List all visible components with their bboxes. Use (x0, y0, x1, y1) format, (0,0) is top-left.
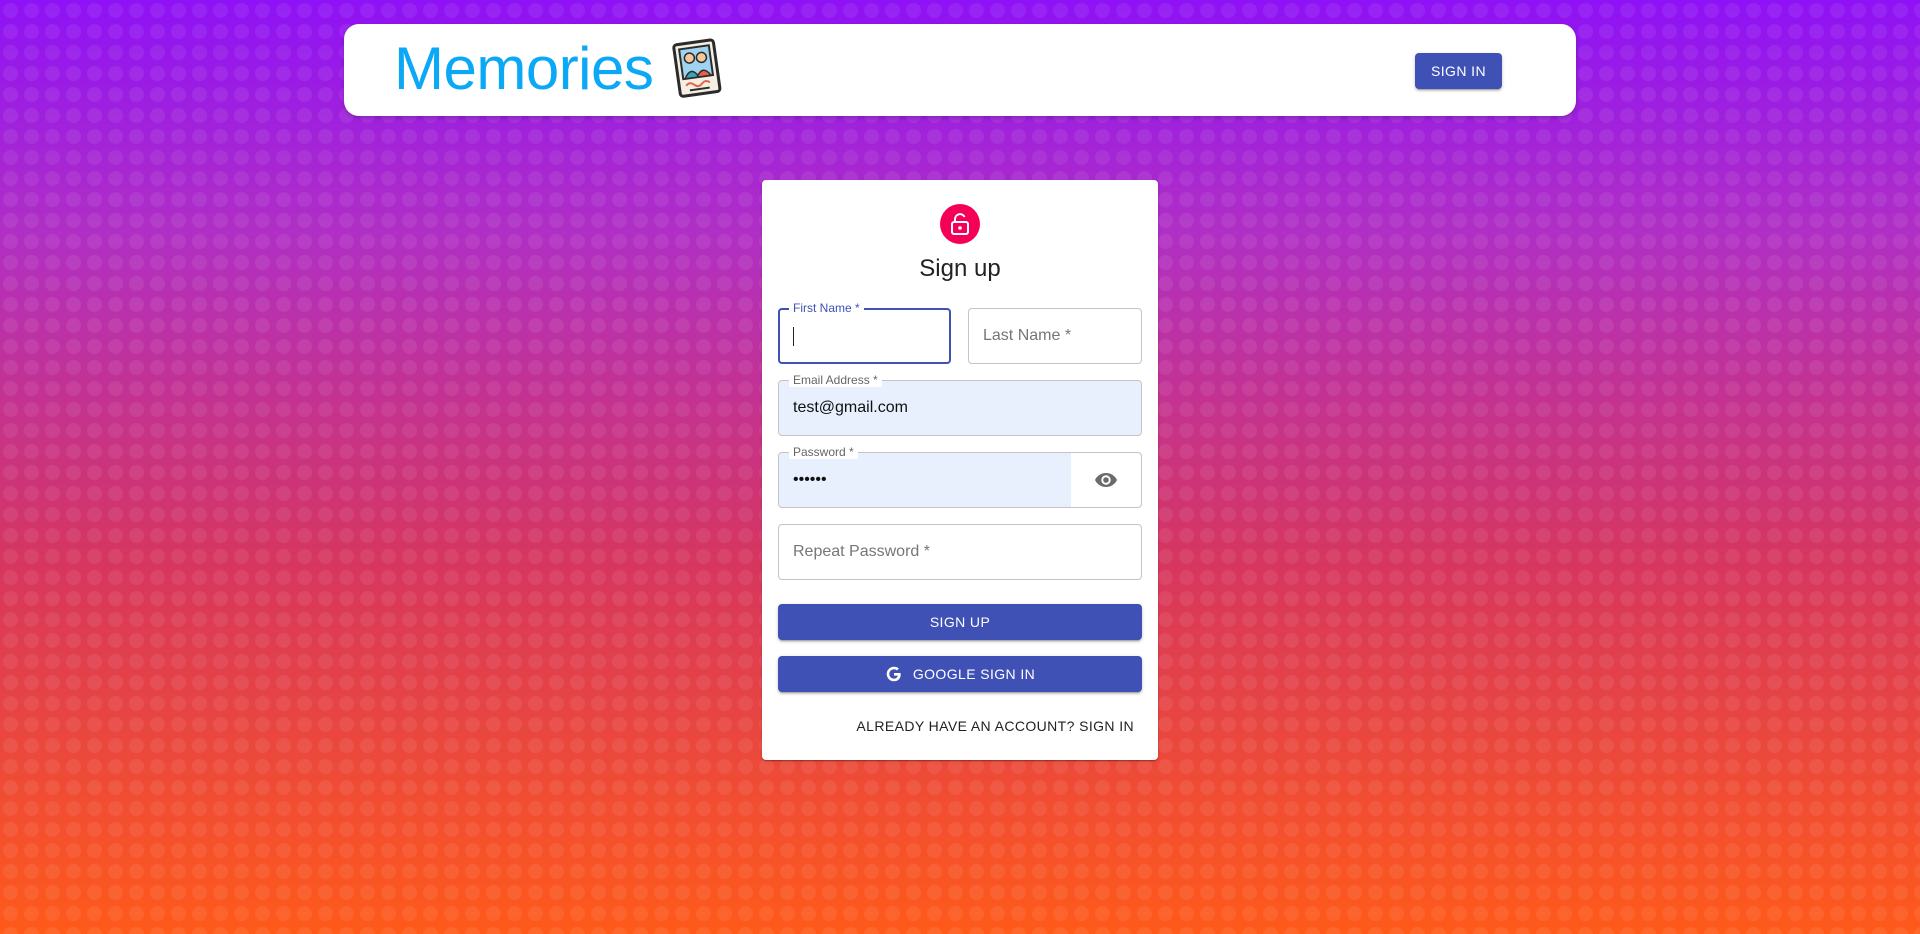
last-name-field[interactable]: Last Name * (968, 308, 1142, 364)
email-label: Email Address * (789, 373, 882, 387)
first-name-label: First Name * (789, 301, 864, 315)
repeat-password-field[interactable]: Repeat Password * (778, 524, 1142, 580)
text-caret (793, 327, 794, 346)
google-signin-label: GOOGLE SIGN IN (912, 666, 1036, 682)
password-value: •••••• (793, 471, 827, 488)
brand-title: Memories (394, 35, 654, 102)
last-name-placeholder: Last Name * (983, 327, 1072, 344)
signup-button-label: SIGN UP (929, 614, 991, 630)
signup-card: Sign up First Name * Last Name * Email A… (762, 180, 1158, 760)
google-icon (885, 665, 903, 683)
signup-button[interactable]: SIGN UP (778, 604, 1142, 640)
email-field[interactable]: Email Address * test@gmail.com (778, 373, 1142, 436)
app-bar: Memories SIGN IN (344, 24, 1576, 116)
password-field[interactable]: Password * •••••• (778, 445, 1142, 508)
brand[interactable]: Memories (394, 34, 727, 104)
email-value: test@gmail.com (793, 399, 908, 416)
eye-icon (1095, 473, 1117, 487)
lock-open-icon (940, 204, 980, 244)
repeat-password-placeholder: Repeat Password * (793, 543, 930, 560)
switch-to-signin-link[interactable]: ALREADY HAVE AN ACCOUNT? SIGN IN (856, 718, 1134, 734)
first-name-field[interactable]: First Name * (778, 301, 951, 364)
google-signin-button[interactable]: GOOGLE SIGN IN (778, 656, 1142, 692)
page-title: Sign up (919, 255, 1001, 282)
toggle-password-visibility[interactable] (1071, 453, 1141, 507)
memories-photo-icon (669, 38, 727, 100)
appbar-signin-button[interactable]: SIGN IN (1415, 53, 1502, 89)
password-label: Password * (789, 445, 858, 459)
